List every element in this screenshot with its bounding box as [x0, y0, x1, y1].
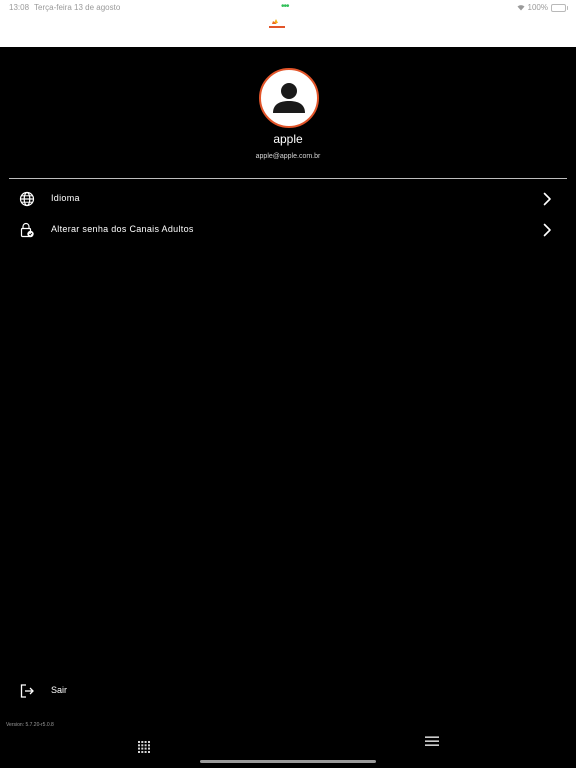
version-text: Version: 5.7.20-r5.0.8 — [6, 722, 54, 728]
menu-item-language[interactable]: Idioma — [0, 185, 576, 213]
battery-percent: 100% — [527, 3, 548, 12]
status-right: 100% — [517, 3, 568, 12]
battery-icon — [551, 3, 568, 12]
chevron-right-icon — [543, 192, 551, 206]
grid-icon[interactable] — [138, 741, 150, 753]
globe-icon — [19, 191, 35, 207]
menu-item-label: Idioma — [51, 193, 80, 203]
wifi-icon — [517, 5, 525, 11]
chevron-right-icon — [543, 223, 551, 237]
menu-item-label: Alterar senha dos Canais Adultos — [51, 224, 194, 234]
status-bar: 13:08 Terça-feira 13 de agosto ••• 100% — [0, 0, 576, 47]
logout-button[interactable]: Sair — [0, 680, 200, 702]
status-date: Terça-feira 13 de agosto — [34, 3, 121, 12]
logout-label: Sair — [51, 685, 68, 695]
multitasking-dots-icon[interactable]: ••• — [281, 1, 289, 13]
home-indicator[interactable] — [200, 760, 376, 763]
lock-icon — [20, 222, 34, 238]
avatar — [259, 68, 319, 128]
logout-icon — [20, 684, 34, 698]
user-icon — [273, 83, 305, 113]
app-logo — [269, 19, 285, 28]
menu-item-adult-password[interactable]: Alterar senha dos Canais Adultos — [0, 216, 576, 244]
profile-email: apple@apple.com.br — [255, 153, 321, 160]
divider — [9, 178, 567, 179]
hamburger-menu-icon[interactable] — [424, 735, 440, 747]
status-time: 13:08 — [9, 3, 30, 12]
profile-name: apple — [273, 132, 303, 146]
